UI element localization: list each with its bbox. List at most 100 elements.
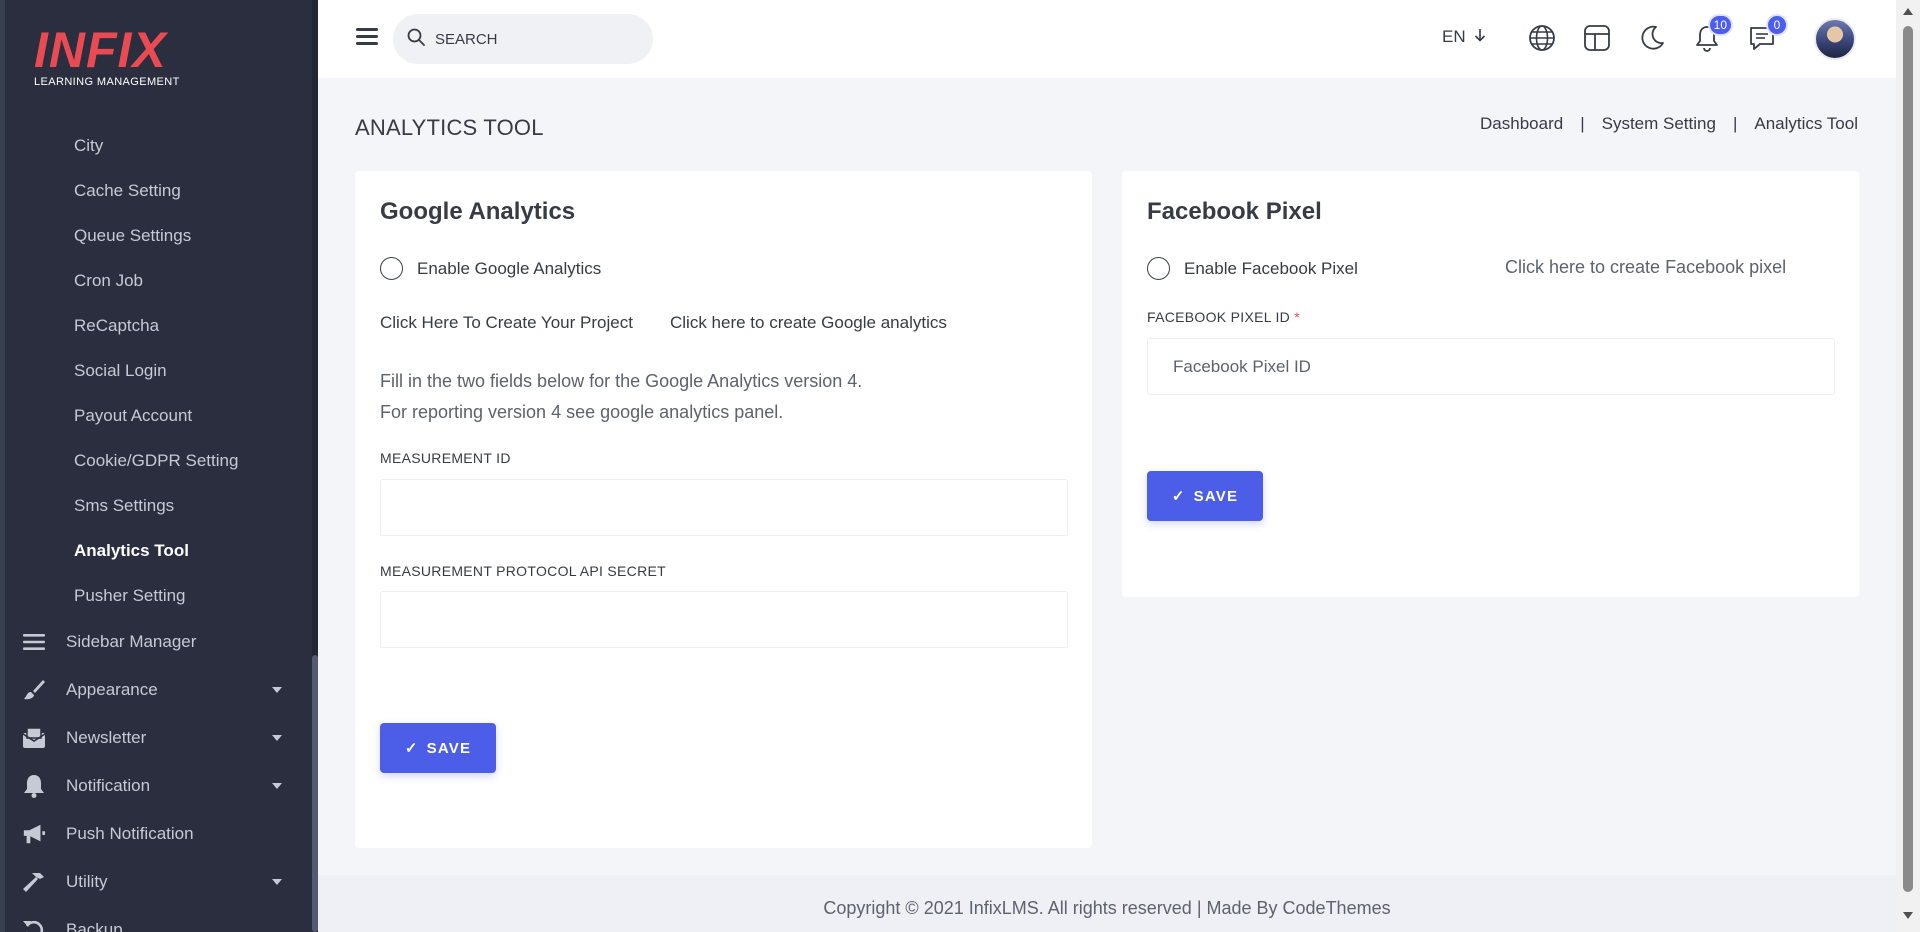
caret-down-icon	[272, 735, 282, 741]
enable-google-analytics-label: Enable Google Analytics	[417, 258, 602, 278]
message-icon[interactable]: 0	[1746, 14, 1788, 54]
enable-google-analytics-radio[interactable]	[380, 257, 403, 280]
check-icon: ✓	[1171, 488, 1186, 505]
enable-google-analytics-toggle[interactable]: Enable Google Analytics	[380, 257, 601, 280]
notification-bell-icon[interactable]: 10	[1691, 14, 1733, 54]
api-secret-input[interactable]	[380, 591, 1068, 648]
envelope-icon	[22, 726, 46, 750]
measurement-id-label: MEASUREMENT ID	[380, 450, 511, 466]
sidebar-item-sms-settings[interactable]: Sms Settings	[0, 483, 312, 528]
logo[interactable]: INFIX LEARNING MANAGEMENT	[34, 22, 180, 88]
api-secret-label: MEASUREMENT PROTOCOL API SECRET	[380, 563, 666, 579]
facebook-pixel-id-input[interactable]	[1147, 338, 1835, 395]
sidebar-item-label: Notification	[66, 776, 151, 795]
breadcrumb: Dashboard | System Setting | Analytics T…	[1480, 114, 1858, 134]
list-icon	[22, 630, 46, 654]
sidebar-item-label: Appearance	[66, 680, 158, 699]
sidebar-item-label: Push Notification	[66, 824, 194, 843]
sidebar-item-cookie-gdpr[interactable]: Cookie/GDPR Setting	[0, 438, 312, 483]
facebook-pixel-id-label: FACEBOOK PIXEL ID *	[1147, 309, 1300, 325]
sidebar-item-cache-setting[interactable]: Cache Setting	[0, 168, 312, 213]
required-mark: *	[1294, 309, 1301, 325]
search-icon	[407, 28, 425, 51]
sidebar-item-recaptcha[interactable]: ReCaptcha	[0, 303, 312, 348]
scroll-down-arrow-icon[interactable]	[1903, 912, 1913, 919]
description-line: For reporting version 4 see google analy…	[380, 402, 784, 422]
search-box[interactable]	[393, 14, 653, 64]
backup-icon	[22, 918, 46, 932]
sidebar-item-label: Backup	[66, 920, 123, 932]
sidebar-item-city[interactable]: City	[0, 123, 312, 168]
description-line: Fill in the two fields below for the Goo…	[380, 371, 863, 391]
bell-icon	[22, 774, 46, 798]
sidebar-item-cron-job[interactable]: Cron Job	[0, 258, 312, 303]
sidebar-item-label: Newsletter	[66, 728, 147, 747]
notification-count-badge: 10	[1707, 14, 1733, 36]
dark-mode-moon-icon[interactable]	[1636, 22, 1668, 54]
save-button-label: SAVE	[426, 739, 472, 757]
save-button-label: SAVE	[1193, 487, 1239, 505]
facebook-pixel-title: Facebook Pixel	[1147, 198, 1322, 225]
brush-icon	[22, 678, 46, 702]
facebook-pixel-card: Facebook Pixel Enable Facebook Pixel Cli…	[1122, 171, 1859, 597]
caret-down-icon	[272, 879, 282, 885]
logo-text: INFIX	[34, 22, 167, 78]
copyright-text: Copyright © 2021 InfixLMS. All rights re…	[823, 898, 1391, 918]
breadcrumb-separator: |	[1732, 114, 1738, 133]
layout-icon[interactable]	[1581, 22, 1613, 54]
google-save-button[interactable]: ✓ SAVE	[380, 723, 496, 773]
enable-facebook-pixel-toggle[interactable]: Enable Facebook Pixel	[1147, 257, 1358, 280]
facebook-save-button[interactable]: ✓ SAVE	[1147, 471, 1263, 521]
sidebar-item-payout-account[interactable]: Payout Account	[0, 393, 312, 438]
sidebar-item-push-notification[interactable]: Push Notification	[0, 810, 312, 858]
breadcrumb-current: Analytics Tool	[1754, 114, 1858, 133]
sidebar-item-newsletter[interactable]: Newsletter	[0, 714, 312, 762]
message-count-badge: 0	[1766, 14, 1788, 36]
top-header: EN 10 0	[318, 0, 1896, 78]
footer: Copyright © 2021 InfixLMS. All rights re…	[318, 875, 1896, 932]
caret-down-icon	[272, 783, 282, 789]
sidebar-item-backup[interactable]: Backup	[0, 906, 312, 932]
sidebar-item-pusher-setting[interactable]: Pusher Setting	[0, 573, 312, 618]
create-google-analytics-link[interactable]: Click here to create Google analytics	[670, 313, 947, 333]
sidebar-item-label: Sidebar Manager	[66, 632, 197, 651]
menu-toggle-icon[interactable]	[356, 28, 378, 46]
enable-facebook-pixel-radio[interactable]	[1147, 257, 1170, 280]
language-label: EN	[1442, 27, 1466, 46]
create-project-link[interactable]: Click Here To Create Your Project	[380, 313, 633, 333]
hammer-icon	[22, 870, 46, 894]
sidebar-item-appearance[interactable]: Appearance	[0, 666, 312, 714]
measurement-id-input[interactable]	[380, 479, 1068, 536]
google-analytics-title: Google Analytics	[380, 198, 576, 225]
sidebar-item-queue-settings[interactable]: Queue Settings	[0, 213, 312, 258]
sidebar-item-analytics-tool[interactable]: Analytics Tool	[0, 528, 312, 573]
sidebar-item-label: Utility	[66, 872, 108, 891]
page-scrollbar-thumb[interactable]	[1903, 26, 1913, 892]
breadcrumb-system-setting[interactable]: System Setting	[1602, 114, 1716, 134]
breadcrumb-dashboard[interactable]: Dashboard	[1480, 114, 1563, 134]
sidebar-scrollbar[interactable]	[312, 0, 318, 932]
page-scrollbar[interactable]	[1896, 0, 1920, 932]
globe-icon[interactable]	[1526, 22, 1558, 54]
sidebar-main-menu: Sidebar Manager Appearance Newsletter No…	[0, 618, 312, 932]
language-selector[interactable]: EN	[1442, 27, 1486, 47]
megaphone-icon	[22, 822, 46, 846]
logo-tagline: LEARNING MANAGEMENT	[34, 76, 180, 88]
user-avatar[interactable]	[1814, 18, 1856, 60]
page-title: ANALYTICS TOOL	[355, 115, 544, 140]
search-input[interactable]	[435, 30, 625, 48]
sidebar-item-social-login[interactable]: Social Login	[0, 348, 312, 393]
sidebar: INFIX LEARNING MANAGEMENT City Cache Set…	[0, 0, 318, 932]
sidebar-item-utility[interactable]: Utility	[0, 858, 312, 906]
google-analytics-description: Fill in the two fields below for the Goo…	[380, 366, 862, 428]
arrow-down-icon	[1474, 27, 1486, 47]
facebook-pixel-id-label-text: FACEBOOK PIXEL ID	[1147, 309, 1291, 325]
sidebar-item-sidebar-manager[interactable]: Sidebar Manager	[0, 618, 312, 666]
create-facebook-pixel-link[interactable]: Click here to create Facebook pixel	[1505, 257, 1786, 278]
check-icon: ✓	[404, 740, 419, 757]
enable-facebook-pixel-label: Enable Facebook Pixel	[1184, 258, 1358, 278]
scroll-up-arrow-icon[interactable]	[1903, 8, 1913, 15]
breadcrumb-separator: |	[1580, 114, 1585, 133]
sidebar-item-notification[interactable]: Notification	[0, 762, 312, 810]
google-analytics-card: Google Analytics Enable Google Analytics…	[355, 171, 1092, 848]
